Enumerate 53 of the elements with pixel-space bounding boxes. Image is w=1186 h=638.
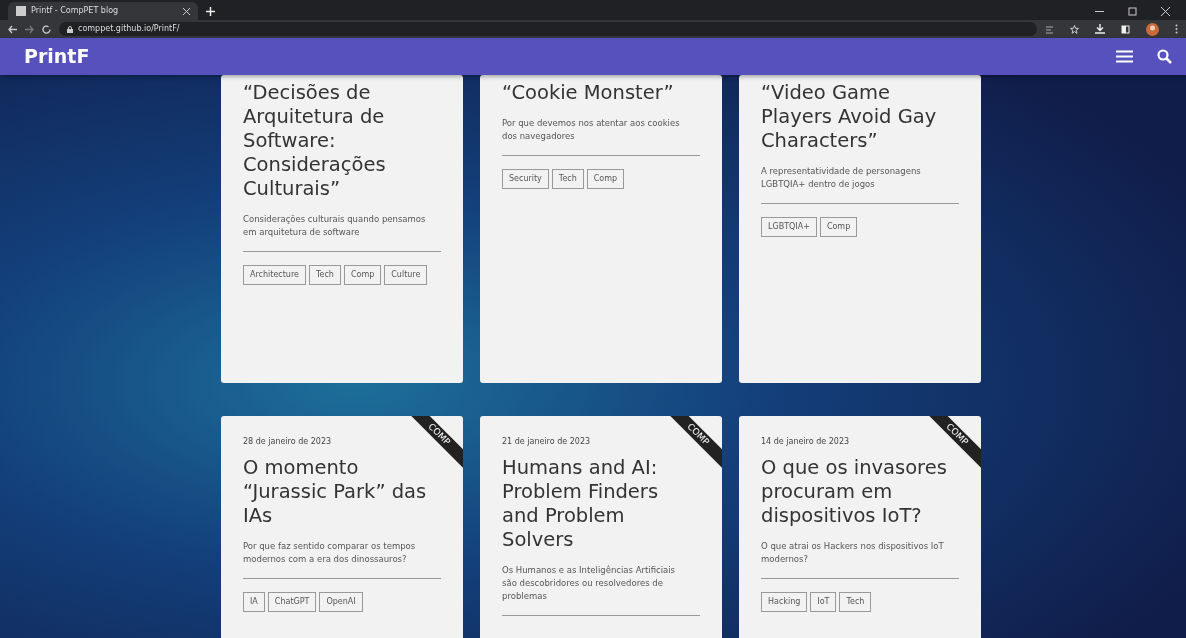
- star-icon[interactable]: [1070, 24, 1079, 34]
- post-summary: Por que faz sentido comparar os tempos modernos com a era dos dinossauros?: [243, 540, 441, 579]
- post-title[interactable]: O que os invasores procuram em dispositivos IoT?: [761, 456, 959, 528]
- tag-link[interactable]: Tech: [309, 265, 341, 285]
- site-logo[interactable]: PrintF: [24, 42, 90, 71]
- tag-link[interactable]: Tech: [551, 169, 584, 189]
- tag-link[interactable]: Hacking: [761, 592, 808, 612]
- post-summary: Por que devemos nos atentar aos cookies dos navegadores: [502, 117, 700, 156]
- tag-link[interactable]: OpenAI: [319, 592, 363, 612]
- post-summary: A representatividade de personagens LGBTQIA+ dentro de jogos: [761, 165, 959, 204]
- back-icon[interactable]: [8, 24, 17, 34]
- url-text: comppet.github.io/PrintF/: [78, 23, 180, 35]
- new-tab-icon[interactable]: [206, 7, 215, 16]
- post-card[interactable]: “Decisões de Arquitetura de Software: Considerações Culturais” Considerações culturais quando pensamos em arquitetura de software Architecture Tech Comp Culture: [221, 75, 463, 383]
- post-title[interactable]: O momento “Jurassic Park” das IAs: [243, 456, 441, 528]
- minimize-icon[interactable]: [1095, 10, 1104, 13]
- tag-link[interactable]: Comp: [586, 169, 625, 189]
- post-summary: Considerações culturais quando pensamos em arquitetura de software: [243, 213, 441, 252]
- close-icon[interactable]: [1161, 7, 1170, 16]
- sidebar-icon[interactable]: [1121, 24, 1130, 34]
- post-title[interactable]: “Cookie Monster”: [502, 81, 700, 105]
- menu-icon[interactable]: [1116, 50, 1133, 63]
- close-icon[interactable]: [183, 7, 190, 15]
- post-title[interactable]: “Decisões de Arquitetura de Software: Considerações Culturais”: [243, 81, 441, 201]
- tag-link[interactable]: Comp: [819, 217, 858, 237]
- post-date: 28 de janeiro de 2023: [243, 436, 333, 448]
- tag-link[interactable]: IoT: [810, 592, 837, 612]
- avatar-icon[interactable]: [1146, 22, 1159, 36]
- post-title[interactable]: Humans and AI: Problem Finders and Problem Solvers: [502, 456, 700, 552]
- address-bar[interactable]: comppet.github.io/PrintF/: [59, 22, 1037, 36]
- search-icon[interactable]: [1157, 49, 1172, 64]
- tag-link[interactable]: Tech: [839, 592, 872, 612]
- post-date: 21 de janeiro de 2023: [502, 436, 592, 448]
- post-card[interactable]: “Video Game Players Avoid Gay Characters” A representatividade de personagens LGBTQIA+ dentro de jogos LGBTQIA+ Comp: [739, 75, 981, 383]
- forward-icon[interactable]: [25, 24, 34, 34]
- more-icon[interactable]: [1175, 24, 1178, 34]
- reload-icon[interactable]: [42, 24, 51, 34]
- tag-link[interactable]: ChatGPT: [267, 592, 317, 612]
- post-date: 14 de janeiro de 2023: [761, 436, 851, 448]
- post-summary: O que atrai os Hackers nos dispositivos IoT modernos?: [761, 540, 959, 579]
- post-card[interactable]: “Cookie Monster” Por que devemos nos atentar aos cookies dos navegadores Security Tech Comp: [480, 75, 722, 383]
- tag-link[interactable]: Culture: [384, 265, 428, 285]
- tag-link[interactable]: Comp: [343, 265, 382, 285]
- post-summary: Os Humanos e as Inteligências Artificiais são descobridores ou resolvedores de problemas: [502, 564, 700, 616]
- tag-link[interactable]: Security: [502, 169, 549, 189]
- favicon-icon: [16, 6, 26, 16]
- tag-link[interactable]: IA: [243, 592, 265, 612]
- lock-icon: [67, 25, 73, 33]
- post-title[interactable]: “Video Game Players Avoid Gay Characters”: [761, 81, 959, 153]
- tag-link[interactable]: LGBTQIA+: [761, 217, 817, 237]
- tag-link[interactable]: Architecture: [243, 265, 306, 285]
- download-icon[interactable]: [1095, 24, 1105, 34]
- maximize-icon[interactable]: [1128, 7, 1137, 16]
